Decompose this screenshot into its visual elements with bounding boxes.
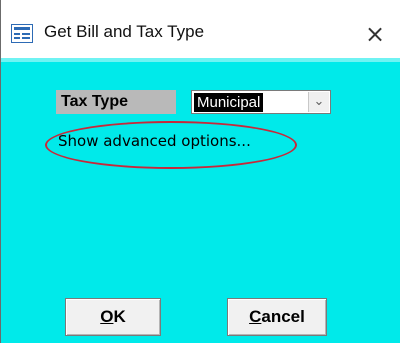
ok-mnemonic: O [100,307,114,326]
window-title: Get Bill and Tax Type [44,22,205,41]
cancel-mnemonic: C [249,307,262,326]
ok-label-rest: K [113,307,126,326]
close-icon[interactable]: × [353,18,397,50]
tax-type-selected-value[interactable]: Municipal [194,93,264,112]
highlight-annotation [45,121,297,169]
tax-type-label: Tax Type [56,90,176,114]
title-bar[interactable]: Get Bill and Tax Type × [1,0,400,58]
tax-type-combobox[interactable]: Municipal ⌄ [191,90,331,114]
dialog-body: Tax Type Municipal ⌄ Show advanced optio… [1,58,400,343]
chevron-down-icon[interactable]: ⌄ [308,92,329,112]
form-window-icon [11,24,33,43]
cancel-button[interactable]: Cancel [227,298,327,336]
ok-button[interactable]: OK [65,298,161,336]
cancel-label-rest: ancel [261,307,305,326]
dialog-window: Get Bill and Tax Type × Tax Type Municip… [0,0,400,343]
